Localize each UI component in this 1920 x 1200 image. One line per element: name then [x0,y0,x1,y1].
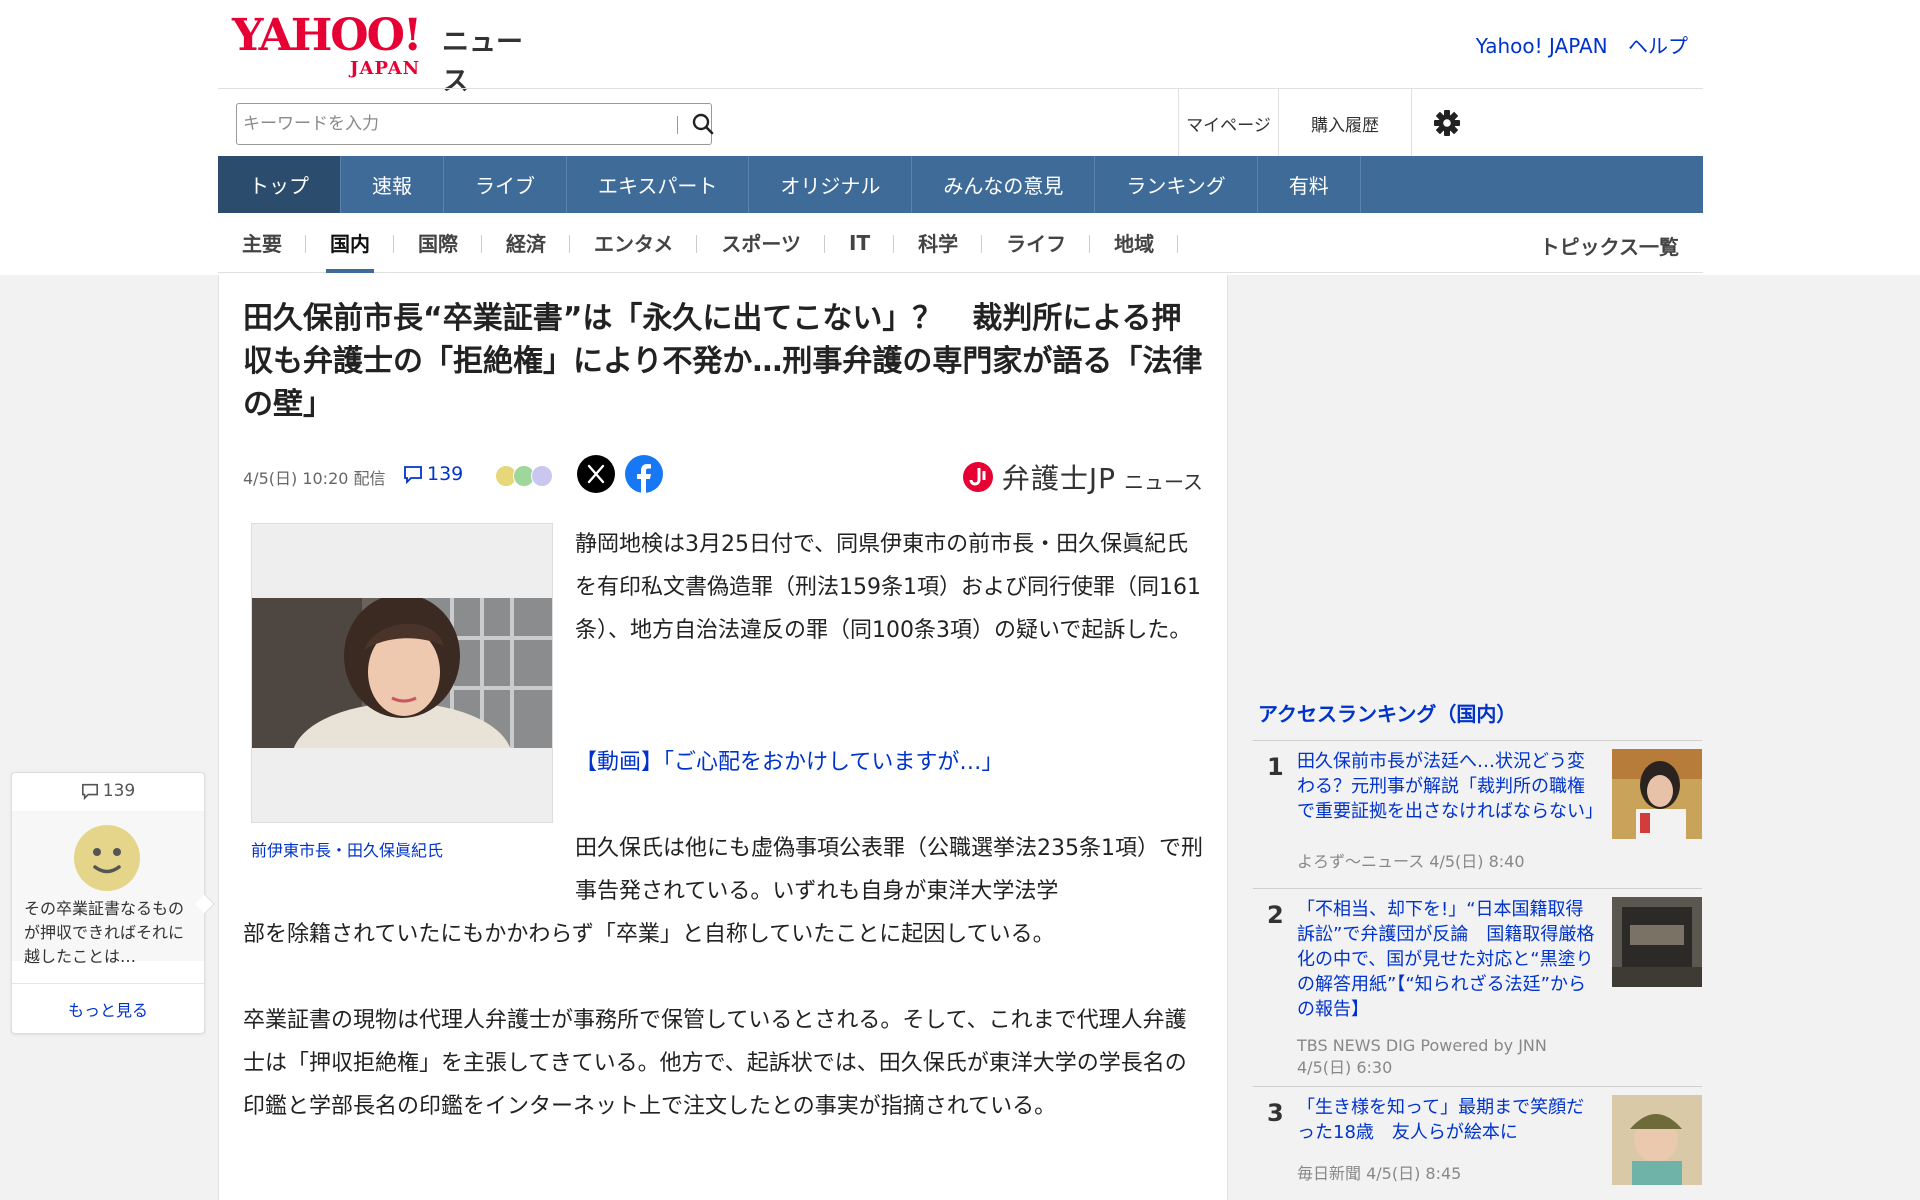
category-life[interactable]: ライフ [982,213,1091,273]
category-international[interactable]: 国際 [394,213,482,273]
yahoo-japan-link[interactable]: Yahoo! JAPAN [1476,34,1608,58]
comment-preview-body: その卒業証書なるものが押収できればそれに越したことは… [12,811,204,966]
search-icon [692,113,714,135]
ranking-source: よろず～ニュース 4/5(日) 8:40 [1297,852,1525,871]
ranking-number: 2 [1267,901,1284,929]
photo-caption[interactable]: 前伊東市長・田久保眞紀氏 [251,837,443,861]
article-paragraph: 卒業証書の現物は代理人弁護士が事務所で保管しているとされる。そして、これまで代理… [243,1008,1187,1119]
category-it[interactable]: IT [825,213,895,273]
comment-count: 139 [427,463,464,485]
top-links: Yahoo! JAPAN ヘルプ [1462,30,1688,59]
comment-preview-count-value: 139 [102,781,136,801]
settings-button[interactable] [1411,89,1481,157]
purchase-history-button[interactable]: 購入履歴 [1278,89,1411,157]
nav-ranking[interactable]: ランキング [1095,156,1258,213]
gear-icon [1433,110,1460,136]
nav-paid[interactable]: 有料 [1258,156,1361,213]
comment-preview-card[interactable]: 139 その卒業証書なるものが押収できればそれに越したことは… もっと見る [11,772,215,1034]
article-photo[interactable] [251,523,553,823]
article-paragraph: 田久保氏は他にも虚偽事項公表罪（公職選挙法235条1項）で刑事告発されている。い… [575,836,1203,904]
reaction-face-icon [531,465,553,487]
search-input[interactable] [243,110,648,138]
comment-preview-text: その卒業証書なるものが押収できればそれに越したことは… [24,899,185,966]
ranking-title[interactable]: アクセスランキング（国内） [1258,698,1516,727]
see-more-comments-link[interactable]: もっと見る [12,997,204,1021]
ranking-source: 毎日新聞 4/5(日) 8:45 [1297,1164,1462,1183]
comment-preview-count: 139 [12,781,204,801]
article-meta: 4/5(日) 10:20 配信 139 弁護士JP ニュース [243,455,1203,495]
nav-live[interactable]: ライブ [444,156,567,213]
nav-top[interactable]: トップ [218,156,341,213]
logo-sub: JAPAN [350,58,421,79]
yahoo-news-logo[interactable]: YAHOO! JAPAN ニュース [232,14,542,98]
article-lead-paragraph: 静岡地検は3月25日付で、同県伊東市の前市長・田久保眞紀氏を有印私文書偽造罪（刑… [575,532,1201,643]
ranking-number: 1 [1267,753,1284,781]
publisher-suffix: ニュース [1124,469,1203,494]
smiley-face-icon [74,825,140,891]
video-link[interactable]: 【動画】「ご心配をおかけしていますが…」 [575,741,1003,784]
comment-count-link[interactable]: 139 [403,463,463,485]
main-nav: トップ 速報 ライブ エキスパート オリジナル みんなの意見 ランキング 有料 [218,156,1703,213]
search-button[interactable] [689,110,717,138]
nav-original[interactable]: オリジナル [749,156,913,213]
publisher-name: 弁護士JP [1001,462,1116,495]
article-title: 田久保前市長“卒業証書”は「永久に出てこない」？ 裁判所による押収も弁護士の「拒… [243,301,1203,422]
ranking-item[interactable]: 2 「不相当、却下を!」“日本国籍取得訴訟”で弁護団が反論 国籍取得厳格化の中で… [1253,888,1702,1086]
search-separator [677,116,678,134]
publish-date: 4/5(日) 10:20 配信 [243,469,386,488]
nav-breaking[interactable]: 速報 [341,156,444,213]
comment-icon [81,783,98,800]
nav-opinions[interactable]: みんなの意見 [912,156,1096,213]
category-nav: 主要 国内 国際 経済 エンタメ スポーツ IT 科学 ライフ 地域 トピックス… [218,213,1703,273]
ranking-thumbnail[interactable] [1612,897,1702,987]
mypage-button[interactable]: マイページ [1178,89,1278,157]
share-x-button[interactable] [577,455,615,493]
comment-icon [404,466,422,484]
ranking-source: TBS NEWS DIG Powered by JNN 4/5(日) 6:30 [1297,1036,1547,1077]
ranking-thumbnail[interactable] [1612,1095,1702,1185]
article-paragraph: 部を除籍されていたにもかかわらず「卒業」と自称していたことに起因している。 [243,922,1055,947]
reaction-faces[interactable] [495,465,553,487]
facebook-logo-icon [637,464,651,493]
category-sports[interactable]: スポーツ [697,213,825,273]
ranking-item[interactable]: 3 「生き様を知って」最期まで笑顔だった18歳 友人らが絵本に 毎日新聞 4/5… [1253,1086,1702,1200]
search-box [236,103,714,145]
category-local[interactable]: 地域 [1090,213,1179,273]
bengoshi-jp-logo-icon [962,462,993,492]
ranking-item[interactable]: 1 田久保前市長が法廷へ…状況どう変わる？元刑事が解説「裁判所の職権で重要証拠を… [1253,740,1702,888]
nav-expert[interactable]: エキスパート [567,156,750,213]
category-science[interactable]: 科学 [894,213,983,273]
category-domestic[interactable]: 国内 [306,213,394,273]
publisher-logo[interactable]: 弁護士JP ニュース [962,457,1203,497]
divider [12,983,204,984]
share-facebook-button[interactable] [625,455,663,493]
ranking-headline[interactable]: 「不相当、却下を!」“日本国籍取得訴訟”で弁護団が反論 国籍取得厳格化の中で、国… [1297,897,1597,1022]
x-logo-icon [587,464,605,484]
portrait-image [252,598,552,748]
category-entertainment[interactable]: エンタメ [570,213,698,273]
ranking-headline[interactable]: 「生き様を知って」最期まで笑顔だった18歳 友人らが絵本に [1297,1095,1597,1145]
service-name: ニュース [442,27,523,97]
category-main[interactable]: 主要 [218,213,306,273]
category-economy[interactable]: 経済 [482,213,570,273]
ranking-headline[interactable]: 田久保前市長が法廷へ…状況どう変わる？元刑事が解説「裁判所の職権で重要証拠を出さ… [1297,749,1603,824]
help-link[interactable]: ヘルプ [1628,34,1688,58]
ranking-number: 3 [1267,1099,1284,1127]
article: 田久保前市長“卒業証書”は「永久に出てこない」？ 裁判所による押収も弁護士の「拒… [218,275,1228,1200]
ranking-thumbnail[interactable] [1612,749,1702,839]
topics-list-link[interactable]: トピックス一覧 [1540,231,1679,260]
search-bar: マイページ 購入履歴 [218,88,1703,157]
